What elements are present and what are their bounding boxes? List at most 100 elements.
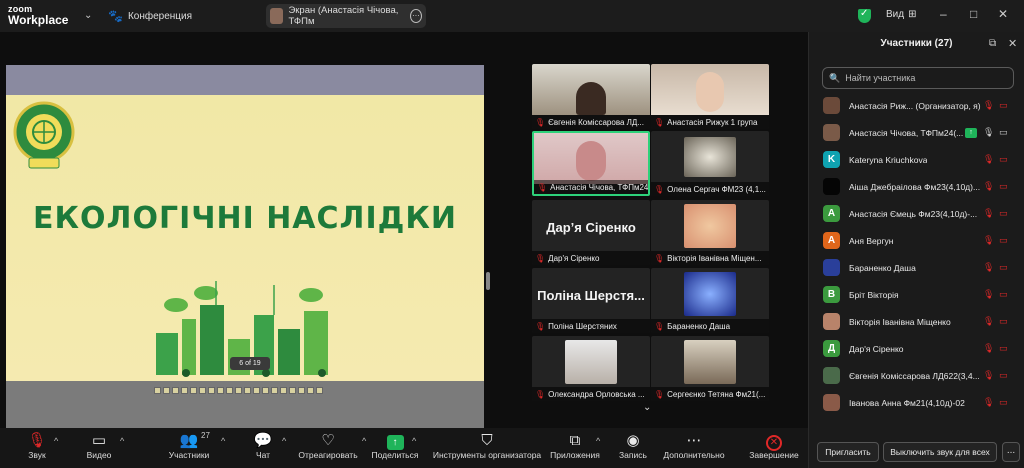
- slide-thumbnails[interactable]: [154, 387, 323, 394]
- list-item[interactable]: Д Дар'я Сіренко 🎙 ▭: [809, 335, 1024, 362]
- list-item[interactable]: Анастасія Чічова, ТФПм24(... ↑ 🎙 ▭: [809, 119, 1024, 146]
- apps-options-caret-icon[interactable]: ^: [596, 436, 600, 446]
- participants-options-caret-icon[interactable]: ^: [221, 436, 225, 446]
- video-tile[interactable]: Поліна Шерстя... 🎙 Поліна Шерстяних: [532, 268, 650, 333]
- tile-display-name: Дар’я Сіренко: [546, 220, 636, 235]
- close-icon[interactable]: ✕: [1008, 37, 1017, 50]
- more-icon: ⋯: [686, 432, 702, 449]
- meeting-toolbar: 🎙 Звук ^ ▭ Видео ^ 👥 Участники 27 ^ 💬 Ча…: [0, 428, 808, 468]
- list-item[interactable]: Бараненко Даша 🎙 ▭: [809, 254, 1024, 281]
- video-tile-active-speaker[interactable]: 🎙 Анастасія Чічова, ТФПм24(...: [532, 131, 650, 196]
- apps-button[interactable]: ⧉ Приложения: [549, 432, 601, 460]
- mic-off-icon: 🎙: [983, 208, 995, 218]
- chevron-down-icon[interactable]: ⌄: [643, 402, 651, 413]
- minimize-button[interactable]: –: [940, 7, 947, 21]
- chat-options-caret-icon[interactable]: ^: [282, 436, 286, 446]
- slide-title: ЕКОЛОГІЧНІ НАСЛІДКИ: [33, 201, 457, 236]
- camera-off-icon: ▭: [999, 181, 1008, 191]
- tile-label: 🎙 Дар'я Сіренко: [532, 251, 650, 265]
- invite-button[interactable]: Пригласить: [817, 442, 879, 462]
- video-label: Видео: [86, 450, 112, 460]
- react-options-caret-icon[interactable]: ^: [362, 436, 366, 446]
- list-item[interactable]: K Kateryna Kriuchkova 🎙 ▭: [809, 146, 1024, 173]
- share-label: Экран (Анастасія Чічова, ТФПм: [288, 5, 399, 27]
- view-button[interactable]: Вид ⊞: [886, 9, 916, 20]
- chat-button[interactable]: 💬 Чат: [250, 432, 276, 460]
- title-bar: zoom Workplace ⌄ 🐾 Конференция Экран (Ан…: [0, 0, 1024, 32]
- close-window-button[interactable]: ✕: [998, 7, 1008, 21]
- mic-off-icon: 🎙: [983, 100, 995, 110]
- tile-label: 🎙 Бараненко Даша: [651, 319, 769, 333]
- mic-off-icon: 🎙: [654, 253, 665, 263]
- screen-share-pill[interactable]: Экран (Анастасія Чічова, ТФПм ···: [266, 4, 426, 28]
- list-item[interactable]: B Бріт Вікторія 🎙 ▭: [809, 281, 1024, 308]
- shield-icon[interactable]: [858, 8, 871, 23]
- list-item[interactable]: Анастасія Риж... (Организатор, я) 🎙 ▭: [809, 92, 1024, 119]
- pop-out-icon[interactable]: ⧉: [989, 38, 996, 49]
- tile-name: Анастасія Чічова, ТФПм24(...: [550, 182, 648, 192]
- video-tile[interactable]: 🎙 Вікторія Іванівна Міщен...: [651, 200, 769, 265]
- list-item[interactable]: Вікторія Іванівна Міщенко 🎙 ▭: [809, 308, 1024, 335]
- video-button[interactable]: ▭ Видео: [82, 432, 116, 460]
- camera-off-icon: ▭: [999, 262, 1008, 272]
- camera-off-icon: ▭: [999, 289, 1008, 299]
- search-input[interactable]: [845, 73, 1006, 83]
- mic-off-icon: 🎙: [654, 321, 665, 331]
- participant-photo: [684, 137, 736, 177]
- video-options-caret-icon[interactable]: ^: [120, 436, 124, 446]
- maximize-button[interactable]: □: [970, 7, 977, 21]
- camera-off-icon: ▭: [999, 397, 1008, 407]
- resize-handle[interactable]: [486, 272, 490, 290]
- tile-label: 🎙 Олександра Орловська ...: [532, 387, 650, 401]
- list-item[interactable]: Аіша Джебраілова Фм23(4,10д)... 🎙 ▭: [809, 173, 1024, 200]
- tile-name: Анастасія Рижук 1 група: [667, 117, 758, 127]
- mute-all-button[interactable]: Выключить звук для всех: [883, 442, 997, 462]
- video-tile[interactable]: 🎙 Євгенія Коміссарова ЛД...: [532, 64, 650, 129]
- list-item[interactable]: A Аня Вергун 🎙 ▭: [809, 227, 1024, 254]
- record-button[interactable]: ◉ Запись: [618, 432, 648, 460]
- mic-off-icon: 🎙: [537, 182, 548, 192]
- zoom-logo: zoom Workplace: [8, 4, 68, 26]
- sharing-icon: ↑: [965, 127, 977, 138]
- video-tile[interactable]: 🎙 Анастасія Рижук 1 група: [651, 64, 769, 129]
- tile-name: Бараненко Даша: [667, 321, 731, 331]
- react-label: Отреагировать: [298, 450, 358, 460]
- video-tile[interactable]: 🎙 Сергеєнко Тетяна Фм21(...: [651, 336, 769, 401]
- video-tile[interactable]: 🎙 Олена Сергач ФМ23 (4,1...: [651, 131, 769, 196]
- share-options-caret-icon[interactable]: ^: [412, 436, 416, 446]
- camera-icon: ▭: [91, 432, 107, 449]
- participant-face: [576, 82, 606, 115]
- tile-name: Вікторія Іванівна Міщен...: [667, 253, 762, 263]
- more-options-icon[interactable]: ···: [409, 9, 422, 23]
- host-tools-button[interactable]: ⛉ Инструменты организатора: [432, 432, 542, 460]
- apps-label: Приложения: [550, 450, 600, 460]
- chevron-down-icon[interactable]: ⌄: [84, 10, 92, 21]
- emblem-icon: [13, 101, 75, 169]
- video-tile[interactable]: 🎙 Бараненко Даша: [651, 268, 769, 333]
- panel-more-button[interactable]: ...: [1002, 442, 1020, 462]
- end-meeting-button[interactable]: ✕ Завершение: [748, 432, 800, 460]
- mic-off-icon: 🎙: [654, 117, 665, 127]
- tile-label: 🎙 Анастасія Рижук 1 група: [651, 115, 769, 129]
- tile-name: Олена Сергач ФМ23 (4,1...: [667, 184, 766, 194]
- list-item[interactable]: Євгенія Коміссарова ЛД622(3,4... 🎙 ▭: [809, 362, 1024, 389]
- camera-off-icon: ▭: [999, 154, 1008, 164]
- mic-off-icon: 🎙: [27, 432, 47, 449]
- participant-photo: [684, 340, 736, 384]
- video-tile[interactable]: 🎙 Олександра Орловська ...: [532, 336, 650, 401]
- logo-line2: Workplace: [8, 13, 69, 27]
- tile-label: 🎙 Олена Сергач ФМ23 (4,1...: [651, 182, 769, 196]
- react-button[interactable]: ♡ Отреагировать: [298, 432, 358, 460]
- participant-search[interactable]: 🔍: [822, 67, 1014, 89]
- more-button[interactable]: ⋯ Дополнительно: [662, 432, 726, 460]
- video-tile[interactable]: Дар’я Сіренко 🎙 Дар'я Сіренко: [532, 200, 650, 265]
- mic-off-icon: 🎙: [983, 262, 995, 272]
- list-item[interactable]: A Анастасія Ємець Фм23(4,10д)-... 🎙 ▭: [809, 200, 1024, 227]
- conference-button[interactable]: 🐾 Конференция: [108, 9, 192, 23]
- tile-name: Євгенія Коміссарова ЛД...: [548, 117, 644, 127]
- audio-button[interactable]: 🎙 Звук: [22, 432, 52, 460]
- list-item[interactable]: Іванова Анна Фм21(4,10д)-02 🎙 ▭: [809, 389, 1024, 416]
- participant-name: Іванова Анна Фм21(4,10д)-02: [849, 397, 965, 408]
- audio-options-caret-icon[interactable]: ^: [54, 436, 58, 446]
- participant-photo: [565, 340, 617, 384]
